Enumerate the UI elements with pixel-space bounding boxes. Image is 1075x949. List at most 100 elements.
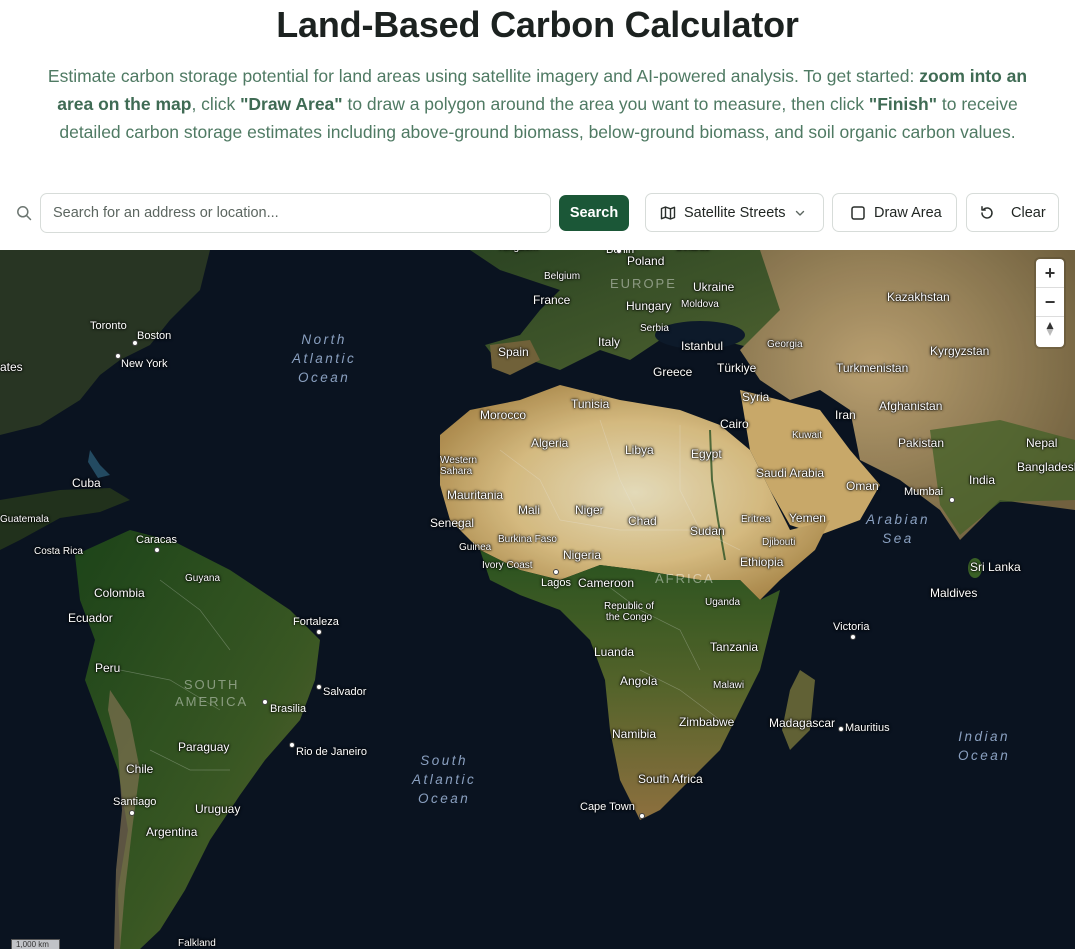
search-button[interactable]: Search bbox=[559, 195, 629, 231]
map-label-falkland: Falkland bbox=[178, 938, 216, 949]
map-city-new-york: New York bbox=[121, 358, 168, 370]
map-label-costa-rica: Costa Rica bbox=[34, 546, 83, 557]
zoom-out-button[interactable]: − bbox=[1036, 288, 1064, 317]
city-marker-lagos bbox=[553, 569, 559, 575]
map-label-cameroon: Cameroon bbox=[578, 576, 635, 590]
map-city-brasilia: Brasilia bbox=[270, 703, 307, 715]
map-label-uruguay: Uruguay bbox=[195, 802, 241, 816]
map-label-chile: Chile bbox=[126, 762, 154, 776]
map-label-burkina-faso: Burkina Faso bbox=[498, 534, 557, 545]
map-label-djibouti: Djibouti bbox=[762, 537, 796, 548]
map-label-madagascar: Madagascar bbox=[769, 716, 836, 730]
map-label-libya: Libya bbox=[625, 443, 654, 457]
map-label-spain: Spain bbox=[498, 345, 529, 359]
city-marker-salvador bbox=[316, 684, 322, 690]
map-label-zimbabwe: Zimbabwe bbox=[679, 715, 735, 729]
map-label-kuwait: Kuwait bbox=[792, 430, 823, 441]
compass-reset-button[interactable] bbox=[1036, 317, 1064, 346]
map-label-western-sahara: Western Sahara bbox=[440, 455, 478, 477]
search-input[interactable] bbox=[40, 193, 551, 233]
city-marker-fortaleza bbox=[316, 629, 322, 635]
map-label-turkmenistan: Turkmenistan bbox=[836, 361, 909, 375]
map-label-eritrea: Eritrea bbox=[741, 514, 771, 525]
ocean-label-indian-ocean: Indian Ocean bbox=[958, 729, 1011, 763]
map-label-bangladesh: Bangladesh bbox=[1017, 460, 1075, 474]
map-city-victoria: Victoria bbox=[833, 621, 870, 633]
map-city-santiago: Santiago bbox=[113, 796, 157, 808]
rotate-ccw-icon bbox=[979, 205, 995, 221]
clear-label: Clear bbox=[1011, 204, 1046, 221]
map-label-colombia: Colombia bbox=[94, 586, 145, 600]
map-label-kingdom: Kingdom bbox=[499, 250, 538, 253]
map-label-kyrgyzstan: Kyrgyzstan bbox=[930, 344, 990, 358]
draw-area-button[interactable]: Draw Area bbox=[832, 193, 957, 232]
map-city-rio-de-janeiro: Rio de Janeiro bbox=[296, 746, 367, 758]
compass-icon bbox=[1044, 321, 1056, 342]
city-marker-caracas bbox=[154, 547, 160, 553]
map-label-hungary: Hungary bbox=[626, 299, 672, 313]
map-label-ukraine: Ukraine bbox=[693, 280, 735, 294]
map-label-angola: Angola bbox=[620, 674, 658, 688]
map-label-kazakhstan: Kazakhstan bbox=[887, 290, 950, 304]
map-label-cairo: Cairo bbox=[720, 417, 749, 431]
map-scale-bar: 1,000 km bbox=[11, 939, 60, 949]
map-label-india: India bbox=[969, 473, 996, 487]
map-city-lagos: Lagos bbox=[541, 577, 571, 589]
map-label-guyana: Guyana bbox=[185, 573, 221, 584]
map-label-uganda: Uganda bbox=[705, 597, 741, 608]
map-label-poland: Poland bbox=[627, 254, 665, 268]
clear-button[interactable]: Clear bbox=[966, 193, 1059, 232]
map-label-syria: Syria bbox=[742, 390, 770, 404]
map-label-sri-lanka: Sri Lanka bbox=[970, 560, 1021, 574]
map-label-algeria: Algeria bbox=[531, 436, 569, 450]
map-city-fortaleza: Fortaleza bbox=[293, 616, 339, 628]
city-marker-mumbai bbox=[949, 497, 955, 503]
map-city-salvador: Salvador bbox=[323, 686, 367, 698]
map-label-nigeria: Nigeria bbox=[563, 548, 602, 562]
map-style-value: Satellite Streets bbox=[684, 204, 786, 221]
map-label-republic-of-the-congo: Republic of the Congo bbox=[603, 601, 655, 623]
map-style-select[interactable]: Satellite Streets bbox=[645, 193, 824, 232]
page-title: Land-Based Carbon Calculator bbox=[276, 4, 799, 45]
map-label-serbia: Serbia bbox=[640, 323, 669, 334]
map-label-france: France bbox=[533, 293, 571, 307]
map-label-greece: Greece bbox=[653, 365, 693, 379]
map-label-ivory-coast: Ivory Coast bbox=[482, 560, 533, 571]
map-label-paraguay: Paraguay bbox=[178, 740, 230, 754]
map-label-ates: ates bbox=[0, 360, 23, 374]
map-label-tunisia: Tunisia bbox=[571, 397, 610, 411]
zoom-in-button[interactable]: + bbox=[1036, 259, 1064, 288]
map-label-yemen: Yemen bbox=[789, 511, 826, 525]
map-label-mauritania: Mauritania bbox=[447, 488, 504, 502]
intro-text: Estimate carbon storage potential for la… bbox=[47, 66, 1028, 142]
city-marker-rio-de-janeiro bbox=[289, 742, 295, 748]
map-label-moldova: Moldova bbox=[681, 299, 719, 310]
map-label-peru: Peru bbox=[95, 661, 121, 675]
map-label-belarus: Belarus bbox=[676, 250, 710, 253]
map-canvas[interactable]: Kingdom Belarus Poland Belgium Ukraine Kazakh… bbox=[0, 250, 1075, 949]
city-marker-new-york bbox=[115, 353, 121, 359]
satellite-basemap bbox=[0, 250, 1075, 949]
continent-label-africa: AFRICA bbox=[655, 571, 715, 586]
map-label-t-rkiye: Türkiye bbox=[717, 361, 757, 375]
map-label-ethiopia: Ethiopia bbox=[740, 555, 784, 569]
city-marker-cape-town bbox=[639, 813, 645, 819]
map-label-belgium: Belgium bbox=[544, 271, 581, 282]
map-label-mali: Mali bbox=[518, 503, 541, 517]
map-label-nepal: Nepal bbox=[1026, 436, 1058, 450]
draw-area-label: Draw Area bbox=[874, 204, 942, 221]
map-label-malawi: Malawi bbox=[713, 680, 745, 691]
map-label-niger: Niger bbox=[575, 503, 604, 517]
city-marker-santiago bbox=[129, 810, 135, 816]
continent-label-europe: EUROPE bbox=[610, 276, 677, 291]
map-city-caracas: Caracas bbox=[136, 534, 177, 546]
map-label-morocco: Morocco bbox=[480, 408, 527, 422]
map-label-pakistan: Pakistan bbox=[898, 436, 945, 450]
continent-label-south-america: SOUTH AMERICA bbox=[175, 677, 249, 709]
map-label-argentina: Argentina bbox=[146, 825, 198, 839]
city-marker-victoria bbox=[850, 634, 856, 640]
map-label-luanda: Luanda bbox=[594, 645, 635, 659]
map-label-guatemala: Guatemala bbox=[0, 514, 49, 525]
map-label-egypt: Egypt bbox=[691, 447, 722, 461]
city-marker-mauritius bbox=[838, 726, 844, 732]
